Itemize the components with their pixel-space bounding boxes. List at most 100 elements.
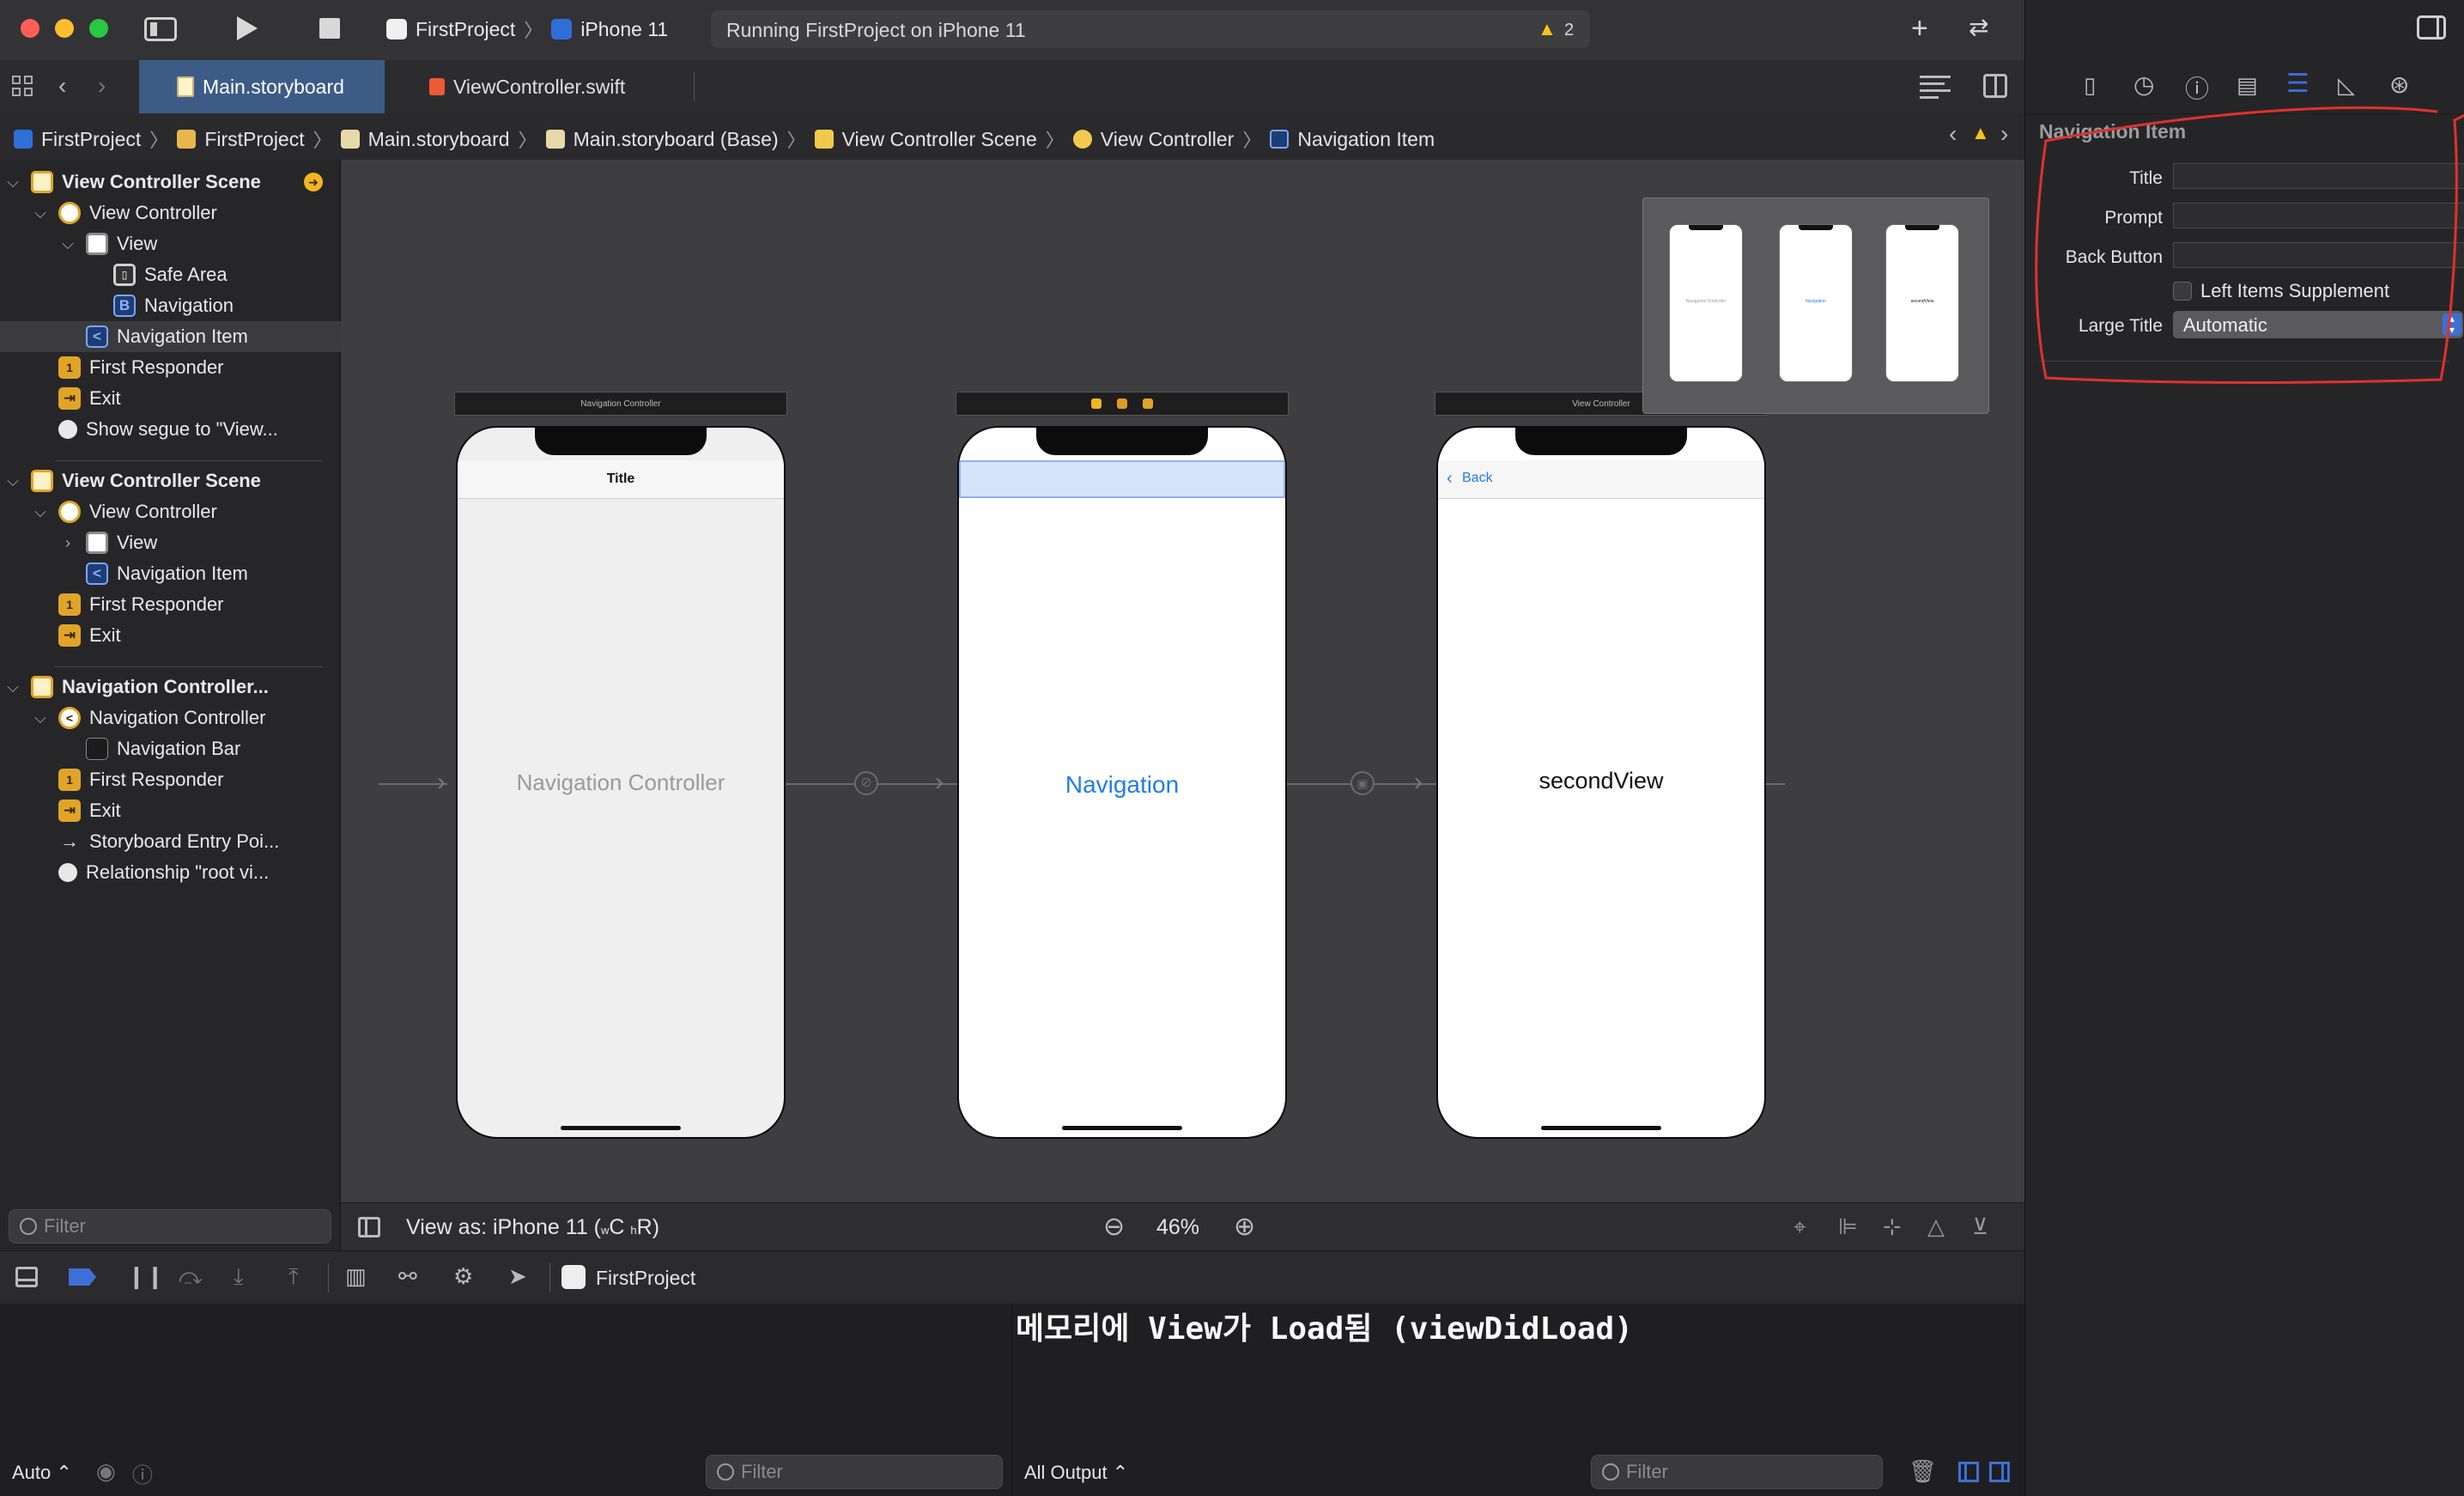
view-hierarchy-icon[interactable]: ▥ bbox=[345, 1263, 367, 1290]
step-out-icon[interactable]: ⤒ bbox=[288, 1263, 299, 1291]
back-icon[interactable]: ‹ bbox=[58, 72, 66, 100]
breadcrumb-item[interactable]: Main.storyboard bbox=[368, 128, 510, 151]
outline-row[interactable]: → Storyboard Entry Poi... bbox=[0, 826, 398, 857]
console-view[interactable]: 메모리에 View가 Load됨 (viewDidLoad) All Outpu… bbox=[1012, 1304, 2024, 1496]
related-items-icon[interactable] bbox=[12, 76, 34, 98]
step-into-icon[interactable]: ⤓ bbox=[234, 1263, 244, 1291]
outline-row[interactable]: Relationship "root vi... bbox=[0, 857, 398, 888]
variables-filter-field[interactable]: Filter bbox=[706, 1455, 1003, 1489]
outline-row[interactable]: ⌵ < Navigation Controller bbox=[0, 702, 373, 733]
disclosure-open-icon[interactable]: ⌵ bbox=[33, 204, 48, 222]
outline-row[interactable]: 1 First Responder bbox=[0, 764, 398, 795]
eye-icon[interactable]: ◉ bbox=[96, 1458, 116, 1485]
exit-icon[interactable] bbox=[1143, 398, 1153, 409]
disclosure-open-icon[interactable]: ⌵ bbox=[33, 709, 48, 727]
trash-icon[interactable]: 🗑 bbox=[1909, 1458, 1937, 1485]
outline-filter-field[interactable]: Filter bbox=[9, 1209, 331, 1244]
minimize-window-button[interactable] bbox=[55, 19, 74, 38]
tab-main-storyboard[interactable]: Main.storyboard bbox=[139, 60, 385, 113]
navigator-toggle-icon[interactable] bbox=[144, 17, 177, 41]
scene-dock[interactable]: Navigation Controller bbox=[454, 392, 787, 416]
breadcrumb-item[interactable]: View Controller bbox=[1101, 128, 1235, 151]
view-controller-icon[interactable] bbox=[1091, 398, 1102, 409]
warning-icon[interactable]: ▲ bbox=[1538, 18, 1557, 40]
breadcrumb-item[interactable]: FirstProject bbox=[204, 128, 304, 151]
navigation-button[interactable]: Navigation bbox=[959, 771, 1285, 799]
navigation-controller-scene[interactable]: Title Navigation Controller bbox=[456, 426, 786, 1139]
navigation-bar[interactable]: Title bbox=[458, 460, 784, 499]
pause-icon[interactable]: ❙❙ bbox=[127, 1263, 165, 1290]
scope-selector[interactable]: Auto ⌃ bbox=[12, 1462, 72, 1484]
inspector-toggle-icon[interactable] bbox=[2417, 15, 2446, 40]
add-library-icon[interactable]: + bbox=[1911, 14, 1928, 43]
hide-debug-area-icon[interactable] bbox=[15, 1267, 38, 1287]
editor-options-icon[interactable] bbox=[1920, 76, 1951, 99]
view-as-button[interactable]: View as: iPhone 11 (wC hR) bbox=[406, 1215, 659, 1240]
first-view-controller-scene[interactable]: Navigation bbox=[957, 426, 1287, 1139]
disclosure-open-icon[interactable]: ⌵ bbox=[5, 173, 21, 192]
zoom-in-icon[interactable]: ⊕ bbox=[1234, 1212, 1255, 1242]
outline-row[interactable]: ⇥ Exit bbox=[0, 383, 398, 414]
info-icon[interactable]: ⓘ bbox=[132, 1458, 153, 1488]
disclosure-open-icon[interactable]: ⌵ bbox=[5, 472, 21, 490]
back-button-label[interactable]: Back bbox=[1462, 471, 1493, 486]
memory-graph-icon[interactable]: ⚯ bbox=[398, 1263, 417, 1290]
add-constraints-icon[interactable]: ⊹ bbox=[1883, 1213, 1902, 1240]
scene-dock[interactable] bbox=[956, 392, 1289, 416]
navigation-item-selected[interactable] bbox=[959, 460, 1285, 498]
update-frames-icon[interactable]: ⌖ bbox=[1793, 1213, 1806, 1241]
minimap-scene[interactable]: secondView bbox=[1885, 224, 1959, 382]
breadcrumb-item[interactable]: View Controller Scene bbox=[842, 128, 1037, 151]
disclosure-open-icon[interactable]: ⌵ bbox=[5, 678, 21, 696]
forward-icon[interactable]: › bbox=[98, 72, 106, 100]
disclosure-closed-icon[interactable]: › bbox=[60, 534, 76, 552]
breadcrumb-item[interactable]: Navigation Item bbox=[1297, 128, 1435, 151]
stop-icon[interactable] bbox=[319, 18, 340, 39]
code-review-icon[interactable]: ⇄ bbox=[1969, 15, 1988, 40]
show-variables-icon[interactable] bbox=[1958, 1462, 1979, 1482]
back-chevron-icon[interactable]: ‹ bbox=[1447, 469, 1453, 489]
simulate-location-icon[interactable]: ➤ bbox=[508, 1263, 527, 1290]
second-view-controller-scene[interactable]: ‹ Back secondView bbox=[1436, 426, 1766, 1139]
outline-row[interactable]: Show segue to "View... bbox=[0, 414, 398, 445]
tab-viewcontroller-swift[interactable]: ViewController.swift bbox=[385, 60, 694, 113]
output-mode-selector[interactable]: All Output ⌃ bbox=[1024, 1462, 1128, 1484]
debug-target[interactable]: FirstProject bbox=[596, 1267, 695, 1290]
show-segue-icon[interactable]: ▣ bbox=[1350, 771, 1375, 795]
document-outline-toggle-icon[interactable] bbox=[358, 1217, 380, 1238]
navigation-bar[interactable]: ‹ Back bbox=[1438, 460, 1764, 499]
scheme-selector[interactable]: FirstProject 〉 iPhone 11 bbox=[386, 15, 668, 43]
breakpoints-toggle-icon[interactable] bbox=[69, 1268, 96, 1286]
align-icon[interactable]: ⊫ bbox=[1838, 1213, 1858, 1240]
embed-in-icon[interactable]: ⊻ bbox=[1972, 1213, 1988, 1240]
minimap-scene[interactable]: Navigation bbox=[1779, 224, 1853, 382]
environment-overrides-icon[interactable]: ⚙ bbox=[453, 1263, 473, 1290]
breadcrumb-item[interactable]: Main.storyboard (Base) bbox=[574, 128, 779, 151]
outline-row[interactable]: ⇥ Exit bbox=[0, 795, 398, 826]
storyboard-canvas[interactable]: › ⊘ › ▣ › Navigation Controller Title Na… bbox=[341, 160, 2024, 1202]
first-responder-icon[interactable] bbox=[1117, 398, 1127, 409]
outline-row[interactable]: ⇥ Exit bbox=[0, 620, 398, 651]
close-window-button[interactable] bbox=[21, 19, 39, 38]
zoom-out-icon[interactable]: ⊖ bbox=[1103, 1212, 1125, 1242]
relationship-segue-icon[interactable]: ⊘ bbox=[854, 771, 878, 795]
step-over-icon[interactable]: ⤼ bbox=[179, 1263, 203, 1291]
add-editor-icon[interactable] bbox=[1983, 74, 2007, 98]
show-console-icon[interactable] bbox=[1989, 1462, 2010, 1482]
console-filter-field[interactable]: Filter bbox=[1591, 1455, 1883, 1489]
canvas-minimap[interactable]: Navigation Controller Navigation secondV… bbox=[1642, 198, 1989, 414]
segue-arrow-icon[interactable]: ➜ bbox=[304, 173, 323, 192]
outline-row[interactable]: ⌵ Navigation Controller... bbox=[0, 672, 345, 702]
minimap-scene[interactable]: Navigation Controller bbox=[1669, 224, 1743, 382]
disclosure-open-icon[interactable]: ⌵ bbox=[60, 235, 76, 253]
outline-row[interactable]: ⌵ View Controller Scene ➜ bbox=[0, 167, 345, 198]
breadcrumb-item[interactable]: FirstProject bbox=[41, 128, 141, 151]
resolve-issues-icon[interactable]: △ bbox=[1927, 1213, 1945, 1240]
outline-row[interactable]: ⌵ View Controller Scene bbox=[0, 465, 345, 496]
outline-row[interactable]: ⌵ View Controller bbox=[0, 496, 373, 527]
outline-row[interactable]: 1 First Responder bbox=[0, 352, 398, 383]
next-issue-icon[interactable]: › bbox=[2000, 120, 2008, 148]
outline-row[interactable]: 1 First Responder bbox=[0, 589, 398, 620]
disclosure-open-icon[interactable]: ⌵ bbox=[33, 503, 48, 521]
previous-issue-icon[interactable]: ‹ bbox=[1949, 120, 1957, 148]
